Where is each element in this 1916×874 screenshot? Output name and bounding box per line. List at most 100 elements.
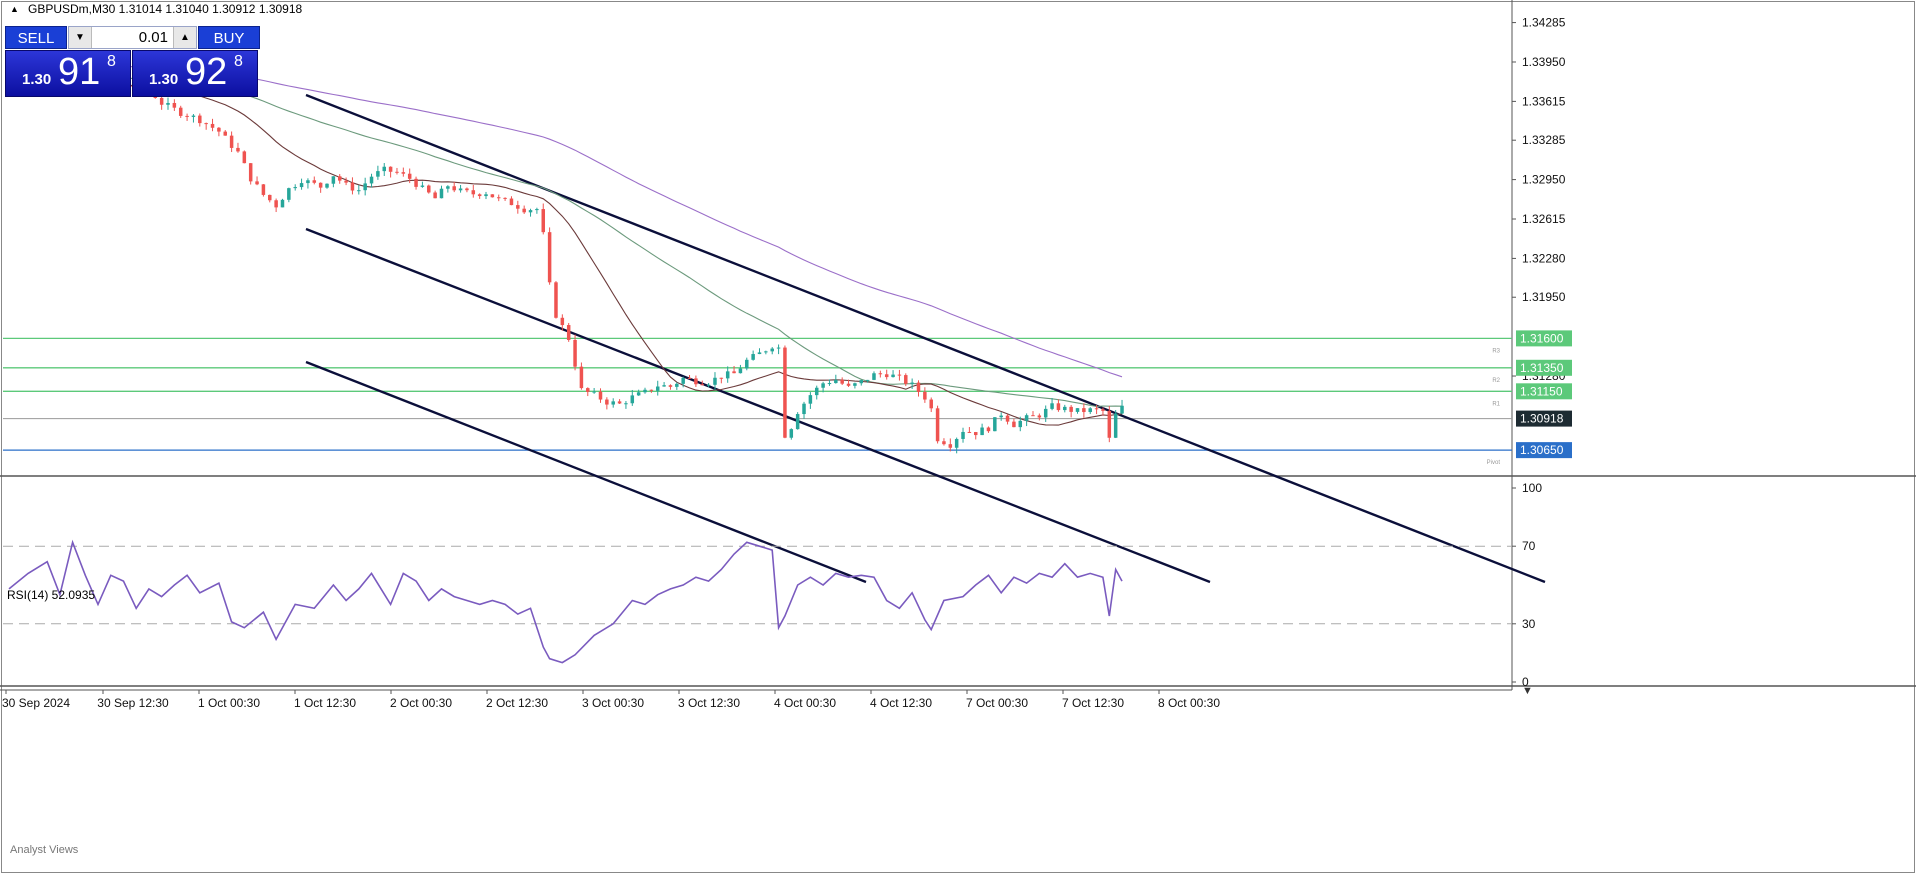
- candle-body: [967, 431, 972, 433]
- sell-button[interactable]: SELL: [5, 26, 67, 49]
- candle-body: [1031, 415, 1035, 417]
- candle-body: [916, 382, 921, 392]
- candle-body: [725, 371, 730, 379]
- candle: [630, 389, 635, 406]
- candle: [363, 177, 367, 196]
- candle: [662, 382, 666, 387]
- candle-body: [293, 187, 297, 189]
- candle: [268, 194, 272, 203]
- candle-body: [1107, 410, 1112, 438]
- candle-body: [884, 374, 889, 378]
- candle-body: [547, 232, 552, 283]
- lot-decrease-icon[interactable]: ▼: [69, 27, 92, 48]
- candle-body: [287, 188, 291, 200]
- candle-body: [795, 414, 800, 430]
- price-chart[interactable]: R3 R2 R1 Pivot 1.34285 1.33950 1.33615 1.33285…: [0, 0, 1916, 874]
- candle: [350, 177, 355, 195]
- candle: [1056, 399, 1061, 412]
- candle-body: [694, 378, 698, 385]
- candle: [840, 377, 844, 386]
- candle: [509, 196, 514, 206]
- candle: [420, 181, 425, 188]
- buy-button[interactable]: BUY: [198, 26, 260, 49]
- candle: [388, 166, 393, 178]
- candle-body: [948, 444, 953, 448]
- rsi-tick-label: 30: [1522, 617, 1536, 631]
- candle-body: [687, 377, 692, 379]
- candle: [573, 334, 577, 371]
- time-tick-label: 8 Oct 00:30: [1158, 696, 1220, 710]
- candle-body: [191, 115, 196, 117]
- candle: [655, 380, 660, 396]
- candle-body: [745, 359, 749, 369]
- candle-body: [541, 209, 546, 233]
- candle: [605, 397, 609, 410]
- candle: [1075, 408, 1080, 414]
- candle: [789, 428, 794, 440]
- candle-body: [897, 374, 902, 376]
- candle: [808, 392, 813, 409]
- time-tick-label: 2 Oct 00:30: [390, 696, 452, 710]
- candle-body: [935, 408, 940, 442]
- candle-body: [834, 379, 838, 384]
- candle-body: [465, 188, 469, 191]
- candle: [993, 417, 997, 432]
- candle-body: [1120, 405, 1124, 414]
- candle: [223, 130, 227, 136]
- sell-price-prefix: 1.30: [22, 71, 52, 88]
- candle-body: [388, 166, 393, 172]
- lot-increase-icon[interactable]: ▲: [173, 27, 196, 48]
- collapse-triangle-icon[interactable]: ▲: [10, 4, 19, 14]
- candle: [439, 185, 444, 199]
- candle-body: [751, 354, 755, 360]
- rsi-tick-label: 70: [1522, 539, 1536, 553]
- candle: [859, 379, 864, 386]
- candle-body: [452, 186, 456, 191]
- scroll-down-icon: ▼: [1522, 685, 1533, 697]
- current-price-tag-label: 1.30918: [1520, 412, 1564, 426]
- candle: [675, 382, 679, 390]
- candle-body: [611, 401, 615, 405]
- candle-body: [980, 427, 984, 436]
- candle: [1107, 405, 1112, 443]
- candle-body: [407, 173, 412, 179]
- candle-body: [1056, 403, 1061, 411]
- candle-body: [757, 352, 762, 355]
- candle: [923, 387, 927, 403]
- candle: [891, 370, 895, 378]
- analyst-views-tab[interactable]: Analyst Views: [10, 844, 79, 856]
- candle: [484, 191, 488, 200]
- lot-size-value[interactable]: 0.01: [93, 27, 172, 48]
- candle-body: [420, 185, 425, 187]
- candle-body: [675, 383, 679, 387]
- candle: [185, 113, 189, 121]
- rsi-panel: 10070300: [3, 481, 1542, 689]
- candle-body: [579, 366, 584, 389]
- candle: [325, 183, 329, 189]
- candle: [248, 163, 253, 185]
- candle: [554, 281, 558, 319]
- candle-body: [1069, 406, 1073, 412]
- candle-body: [904, 375, 908, 384]
- candle: [617, 399, 622, 404]
- price-axis: 1.34285 1.33950 1.33615 1.33285 1.32950 1.326…: [1512, 16, 1566, 383]
- candle: [770, 347, 774, 355]
- candle: [764, 350, 768, 355]
- candle: [287, 187, 291, 203]
- candle: [942, 438, 946, 446]
- candle: [598, 388, 603, 403]
- candle-body: [1043, 408, 1048, 418]
- level-tag-label: 1.31600: [1520, 331, 1564, 345]
- price-tick-label: 1.33285: [1522, 133, 1566, 147]
- candle-body: [357, 190, 361, 192]
- sell-price-box[interactable]: 1.30 91 8: [5, 50, 131, 97]
- lot-size-field[interactable]: ▼ 0.01 ▲: [68, 26, 197, 49]
- candle: [668, 384, 673, 390]
- rsi-label: RSI(14) 52.0935: [7, 588, 95, 602]
- candle-body: [617, 401, 622, 404]
- level-tag-label: 1.31150: [1520, 384, 1563, 398]
- candle-body: [668, 385, 673, 387]
- buy-price-box[interactable]: 1.30 92 8: [132, 50, 258, 97]
- candle: [973, 431, 978, 440]
- candle: [1005, 414, 1010, 425]
